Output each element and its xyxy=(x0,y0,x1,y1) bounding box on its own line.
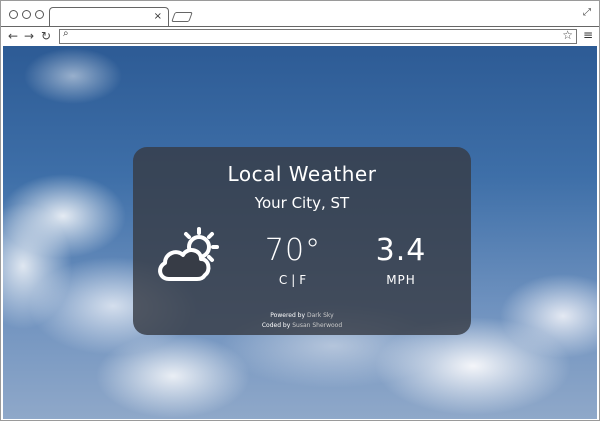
unit-separator: | xyxy=(291,273,297,287)
powered-by-line: Powered by Dark Sky xyxy=(133,311,471,321)
arrow-left-icon[interactable]: ← xyxy=(8,28,18,44)
wind-speed-unit: MPH xyxy=(386,273,416,287)
window-minimize-button[interactable] xyxy=(22,10,31,19)
fahrenheit-toggle[interactable]: F xyxy=(299,273,307,287)
city-label: Your City, ST xyxy=(254,194,350,212)
address-bar[interactable]: ⌕ ☆ xyxy=(59,28,577,44)
expand-icon[interactable]: ⤢ xyxy=(583,7,591,18)
partly-cloudy-icon xyxy=(158,227,219,281)
tab-close-button[interactable]: × xyxy=(154,10,162,24)
page-viewport: Local Weather Your City, ST 70° C | F 3.4 … xyxy=(3,46,597,419)
wind-speed-value: 3.4 xyxy=(375,233,427,268)
browser-tab[interactable]: × xyxy=(49,7,169,27)
dark-sky-link[interactable]: Dark Sky xyxy=(307,312,334,319)
window-close-button[interactable] xyxy=(9,10,18,19)
unit-toggle: C | F xyxy=(263,273,323,287)
page-title: Local Weather xyxy=(227,162,377,186)
tab-bar: × ⤢ xyxy=(1,1,599,27)
coded-by-label: Coded by xyxy=(261,322,291,329)
weather-card: Local Weather Your City, ST 70° C | F 3.4 … xyxy=(133,147,471,335)
star-icon[interactable]: ☆ xyxy=(562,28,573,42)
browser-window: × ⤢ ← → ↻ ⌕ ☆ ≡ Local Weather Your City,… xyxy=(0,0,600,421)
temperature-value: 70° xyxy=(264,233,322,268)
search-icon: ⌕ xyxy=(63,28,69,39)
arrow-right-icon[interactable]: → xyxy=(24,28,34,44)
menu-icon[interactable]: ≡ xyxy=(583,28,593,42)
celsius-toggle[interactable]: C xyxy=(279,273,288,287)
credits: Powered by Dark Sky Coded by Susan Sherw… xyxy=(133,311,471,331)
address-input[interactable] xyxy=(76,30,556,43)
reload-icon[interactable]: ↻ xyxy=(41,28,51,44)
new-tab-button[interactable] xyxy=(171,12,193,22)
author-link[interactable]: Susan Sherwood xyxy=(292,322,342,329)
powered-by-label: Powered by xyxy=(270,312,306,319)
browser-toolbar: ← → ↻ ⌕ ☆ ≡ xyxy=(1,26,599,46)
window-maximize-button[interactable] xyxy=(35,10,44,19)
coded-by-line: Coded by Susan Sherwood xyxy=(133,321,471,331)
